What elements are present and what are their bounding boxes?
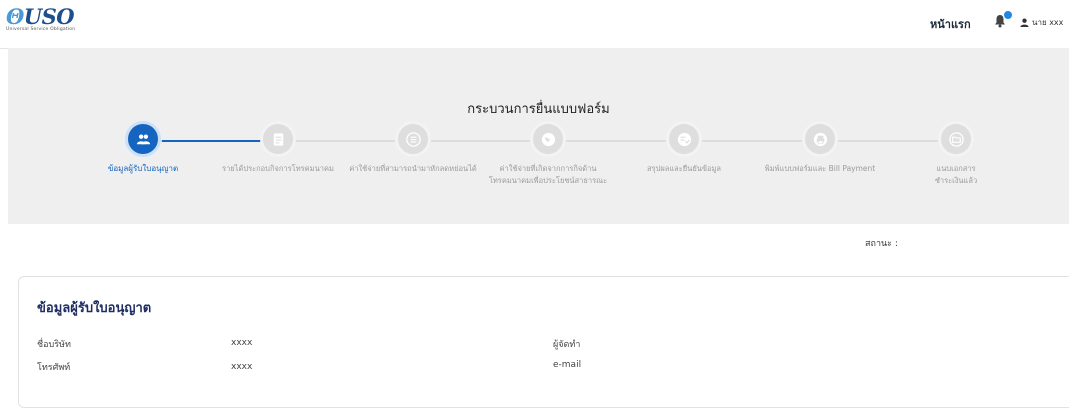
process-step[interactable]: แนบเอกสาร ชำระเงินแล้ว [886, 121, 1026, 187]
card-title: ข้อมูลผู้รับใบอนุญาต [37, 301, 152, 316]
nav-home-link[interactable]: หน้าแรก [930, 15, 971, 33]
checklist-icon [677, 132, 691, 146]
company-name-label: ชื่อบริษัท [37, 340, 71, 350]
step-circle[interactable] [395, 121, 431, 157]
document-icon [273, 132, 283, 146]
globe-icon [541, 132, 555, 146]
process-step[interactable]: สรุปผลและยืนยันข้อมูล [614, 121, 754, 175]
process-step[interactable]: พิมพ์แบบฟอร์มและ Bill Payment [750, 121, 890, 175]
notification-badge [1003, 10, 1013, 20]
step-label: ค่าใช้จ่ายที่เกิดจากการกิจด้าน โทรคมนาคม… [488, 164, 608, 185]
top-navbar: ΘUSO Universal Service Obligation หน้าแร… [0, 0, 1069, 49]
step-label: พิมพ์แบบฟอร์มและ Bill Payment [764, 164, 876, 173]
step-circle[interactable] [938, 121, 974, 157]
step-circle[interactable] [802, 121, 838, 157]
process-step[interactable]: ค่าใช้จ่ายที่สามารถนำมาหักลดหย่อนได้ [343, 121, 483, 175]
step-circle[interactable] [125, 121, 161, 157]
form-process-panel: กระบวนการยื่นแบบฟอร์ม ข้อมูลผู้รับใบอนุญ… [8, 48, 1069, 224]
logo-subtitle: Universal Service Obligation [6, 27, 76, 32]
uso-logo[interactable]: ΘUSO Universal Service Obligation [6, 4, 76, 33]
user-menu[interactable]: นาย xxx [1020, 16, 1063, 29]
user-icon [1020, 18, 1029, 27]
step-circle[interactable] [666, 121, 702, 157]
step-circle[interactable] [260, 121, 296, 157]
printer-icon [813, 132, 827, 146]
phone-value: xxxx [231, 362, 253, 372]
preparer-label: ผู้จัดทำ [553, 340, 581, 350]
process-step[interactable]: ค่าใช้จ่ายที่เกิดจากการกิจด้าน โทรคมนาคม… [478, 121, 618, 187]
logo-text: USO [23, 4, 75, 29]
process-title: กระบวนการยื่นแบบฟอร์ม [467, 102, 610, 117]
status-label: สถานะ : [865, 239, 898, 249]
process-step[interactable]: รายได้ประกอบกิจการโทรคมนาคม [208, 121, 348, 175]
list-icon [405, 131, 421, 147]
user-name: นาย xxx [1032, 18, 1064, 27]
step-label: รายได้ประกอบกิจการโทรคมนาคม [222, 164, 334, 173]
step-label: สรุปผลและยืนยันข้อมูล [646, 164, 722, 173]
step-circle[interactable] [530, 121, 566, 157]
people-icon [136, 133, 150, 144]
step-label: ค่าใช้จ่ายที่สามารถนำมาหักลดหย่อนได้ [349, 164, 477, 173]
process-step[interactable]: ข้อมูลผู้รับใบอนุญาต [73, 121, 213, 175]
step-label: แนบเอกสาร ชำระเงินแล้ว [934, 164, 978, 185]
step-label: ข้อมูลผู้รับใบอนุญาต [107, 164, 179, 173]
folder-icon [948, 131, 964, 147]
company-name-value: xxxx [231, 338, 253, 348]
licensee-info-card: ข้อมูลผู้รับใบอนุญาต ชื่อบริษัท xxxx ผู้… [18, 276, 1069, 408]
phone-label: โทรศัพท์ [37, 363, 71, 373]
email-label: e-mail [553, 360, 582, 370]
